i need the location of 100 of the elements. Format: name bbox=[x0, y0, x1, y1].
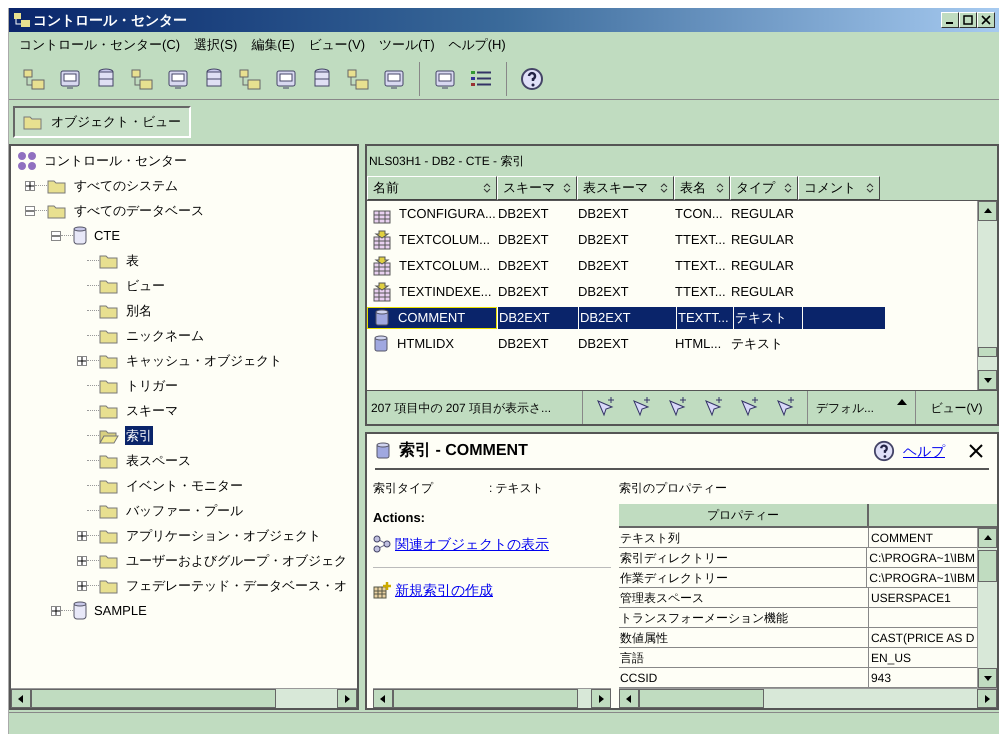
menu-item[interactable]: ツール(T) bbox=[379, 35, 435, 55]
table-cell: TEXTINDEXE... bbox=[367, 281, 497, 303]
tree-item[interactable]: 別名 bbox=[125, 300, 153, 320]
table-cell: DB2EXT bbox=[579, 307, 676, 329]
scroll-right-icon bbox=[596, 694, 606, 704]
tree-item[interactable]: すべてのシステム bbox=[73, 176, 179, 196]
tree-item[interactable]: アプリケーション・オブジェクト bbox=[125, 526, 322, 546]
table-cell: テキスト bbox=[734, 307, 802, 329]
column-header[interactable]: 表スキーマ bbox=[577, 176, 674, 200]
tree-item[interactable]: ニックネーム bbox=[125, 326, 205, 346]
folder-icon bbox=[99, 528, 119, 544]
menu-item[interactable]: ヘルプ(H) bbox=[448, 35, 506, 55]
folder-icon bbox=[99, 578, 119, 594]
tree-item[interactable]: 表スペース bbox=[125, 450, 192, 470]
close-icon bbox=[969, 444, 983, 458]
vertical-scrollbar[interactable] bbox=[977, 201, 997, 390]
plus-icon bbox=[78, 582, 86, 590]
filter-dropdown[interactable]: デフォル... bbox=[808, 391, 916, 424]
property-value: CAST(PRICE AS D bbox=[870, 630, 976, 646]
table-cell-text: DB2EXT bbox=[577, 231, 630, 250]
view-tab[interactable]: オブジェクト・ビュー bbox=[13, 106, 191, 138]
breadcrumb: NLS03H1 - DB2 - CTE - 索引 bbox=[368, 153, 526, 170]
expander-toggle[interactable] bbox=[25, 180, 35, 190]
menu-item[interactable]: 編集(E) bbox=[251, 35, 295, 55]
table-row[interactable]: TEXTINDEXE... DB2EXT DB2EXT TTEXT... REGULAR bbox=[367, 279, 977, 305]
tree-item[interactable]: すべてのデータベース bbox=[73, 200, 205, 220]
scroll-thumb[interactable] bbox=[978, 550, 997, 582]
horizontal-scrollbar[interactable] bbox=[619, 688, 997, 708]
tree-item[interactable]: ユーザーおよびグループ・オブジェク bbox=[125, 550, 348, 570]
tree-item[interactable]: SAMPLE bbox=[93, 600, 148, 620]
table-cell-text: TTEXT... bbox=[674, 257, 727, 276]
open-folder-icon bbox=[99, 428, 119, 444]
tree-item[interactable]: コントロール・センター bbox=[43, 150, 188, 170]
expander-toggle[interactable] bbox=[77, 530, 87, 540]
table-cell-text: TTEXT... bbox=[674, 231, 727, 250]
table-arrow-icon bbox=[373, 282, 391, 302]
table-row[interactable]: COMMENT DB2EXT DB2EXT TEXTT... テキスト bbox=[367, 305, 977, 331]
database-icon bbox=[73, 600, 87, 620]
tree-item[interactable]: 索引 bbox=[125, 426, 153, 446]
folder-icon bbox=[99, 302, 119, 318]
expander-toggle[interactable] bbox=[77, 356, 87, 366]
expander-toggle[interactable] bbox=[51, 230, 61, 240]
table-row[interactable]: TEXTCOLUM... DB2EXT DB2EXT TTEXT... REGULAR bbox=[367, 253, 977, 279]
tree-item[interactable]: バッファー・プール bbox=[125, 500, 244, 520]
table-arrow-icon bbox=[373, 230, 391, 250]
scroll-right-icon bbox=[342, 694, 352, 704]
view-menu-button[interactable]: ビュー(V) bbox=[916, 391, 997, 424]
horizontal-scrollbar[interactable] bbox=[373, 688, 611, 708]
column-header[interactable]: スキーマ bbox=[497, 176, 577, 200]
scroll-thumb[interactable] bbox=[393, 689, 578, 708]
tree-item[interactable]: トリガー bbox=[125, 376, 179, 396]
sort-icon bbox=[716, 182, 724, 194]
column-header[interactable]: 表名 bbox=[674, 176, 730, 200]
close-button[interactable] bbox=[977, 12, 995, 28]
table-row[interactable]: HTMLIDX DB2EXT DB2EXT HTML... テキスト bbox=[367, 331, 977, 357]
tree-item[interactable]: イベント・モニター bbox=[125, 476, 244, 496]
maximize-button[interactable] bbox=[959, 12, 977, 28]
plus-icon bbox=[78, 532, 86, 540]
help-link[interactable]: ヘルプ bbox=[903, 440, 945, 462]
table-row[interactable]: TCONFIGURA... DB2EXT DB2EXT TCON... REGULAR bbox=[367, 201, 977, 227]
scroll-up-icon bbox=[982, 206, 992, 216]
expander-toggle[interactable] bbox=[77, 580, 87, 590]
tree-item[interactable]: 表 bbox=[125, 250, 140, 270]
minimize-button[interactable] bbox=[941, 12, 959, 28]
caret-icon bbox=[897, 399, 907, 405]
scroll-down-icon bbox=[982, 375, 992, 385]
table-cell-text: DB2EXT bbox=[577, 335, 630, 354]
property-name: トランスフォーメーション機能 bbox=[619, 608, 869, 627]
tree-item[interactable]: フェデレーテッド・データベース・オ bbox=[125, 576, 348, 596]
tree-item[interactable]: CTE bbox=[93, 226, 121, 246]
table-row[interactable]: TEXTCOLUM... DB2EXT DB2EXT TTEXT... REGULAR bbox=[367, 227, 977, 253]
expander-toggle[interactable] bbox=[25, 206, 35, 216]
sort-icon bbox=[660, 182, 668, 194]
menu-item[interactable]: ビュー(V) bbox=[308, 35, 366, 55]
vertical-scrollbar[interactable] bbox=[977, 528, 997, 688]
tree-item[interactable]: スキーマ bbox=[125, 400, 179, 420]
property-value: USERSPACE1 bbox=[870, 590, 952, 606]
tree-item[interactable]: キャッシュ・オブジェクト bbox=[125, 350, 283, 370]
table-cell: TEXTT... bbox=[677, 307, 733, 329]
folder-icon bbox=[99, 502, 119, 518]
menu-item[interactable]: コントロール・センター(C) bbox=[19, 35, 180, 55]
action-link[interactable]: 関連オブジェクトの表示 bbox=[395, 534, 549, 554]
scroll-thumb[interactable] bbox=[31, 689, 276, 708]
scroll-thumb[interactable] bbox=[639, 689, 764, 708]
scroll-thumb[interactable] bbox=[978, 347, 997, 357]
close-button[interactable] bbox=[967, 442, 985, 460]
menu-item[interactable]: 選択(S) bbox=[194, 35, 238, 55]
property-name: 索引ディレクトリー bbox=[619, 548, 868, 567]
column-header[interactable]: コメント bbox=[798, 176, 880, 200]
plus-icon bbox=[78, 356, 86, 364]
expander-toggle[interactable] bbox=[77, 556, 87, 566]
expander-toggle[interactable] bbox=[51, 606, 61, 616]
column-header[interactable]: 名前 bbox=[367, 176, 497, 200]
column-header: プロパティー bbox=[619, 504, 869, 526]
horizontal-scrollbar[interactable] bbox=[11, 688, 357, 708]
tree-item[interactable]: ビュー bbox=[125, 276, 166, 296]
column-header[interactable]: タイプ bbox=[730, 176, 798, 200]
cylinder-icon bbox=[374, 309, 390, 327]
action-link[interactable]: 新規索引の作成 bbox=[395, 580, 493, 600]
property-value: C:\PROGRA~1\IBM bbox=[868, 570, 976, 586]
